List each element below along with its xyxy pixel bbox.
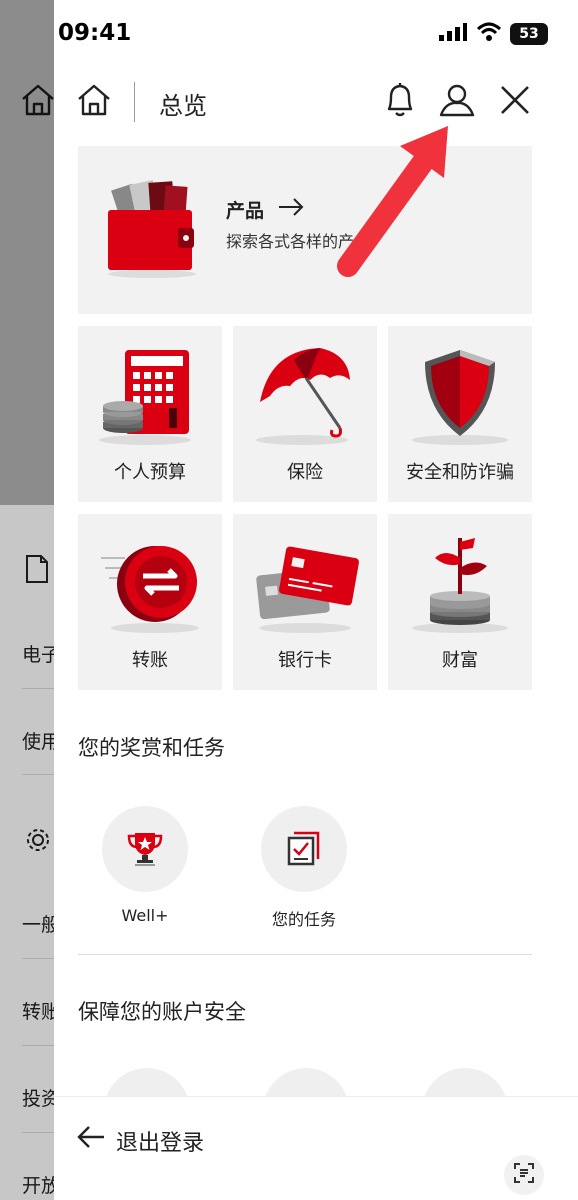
trophy-icon [102, 806, 188, 892]
calculator-icon [78, 340, 222, 446]
section-divider [78, 954, 532, 955]
reward-well-plus[interactable]: Well+ [90, 806, 200, 925]
tile-transfer[interactable]: 转账 [78, 514, 222, 690]
reward-your-tasks[interactable]: 您的任务 [249, 806, 359, 930]
status-time: 09:41 [58, 20, 132, 46]
status-icons: 53 [438, 22, 548, 46]
products-link[interactable]: 产品 [226, 196, 304, 223]
tile-label: 银行卡 [278, 650, 332, 671]
tile-label: 个人预算 [114, 462, 186, 483]
tile-wealth[interactable]: 财富 [388, 514, 532, 690]
logout-button[interactable]: 退出登录 [116, 1125, 204, 1157]
reward-label: Well+ [121, 906, 169, 925]
dim-overlay[interactable] [0, 0, 54, 505]
tile-label: 财富 [442, 650, 478, 671]
tile-label: 转账 [132, 650, 168, 671]
page-title: 总览 [159, 92, 207, 120]
security-title: 保障您的账户安全 [78, 1000, 246, 1024]
reward-label: 您的任务 [271, 910, 336, 929]
products-card[interactable]: 产品 探索各式各样的产 [78, 146, 532, 314]
scan-text-button[interactable] [504, 1155, 544, 1195]
tile-label: 保险 [287, 462, 323, 483]
tile-security-fraud[interactable]: 安全和防诈骗 [388, 326, 532, 502]
shield-icon [388, 340, 532, 446]
tile-insurance[interactable]: 保险 [233, 326, 377, 502]
battery-indicator: 53 [510, 23, 548, 45]
tile-personal-budget[interactable]: 个人预算 [78, 326, 222, 502]
tile-bank-card[interactable]: 银行卡 [233, 514, 377, 690]
logout-bar: 退出登录 [54, 1096, 578, 1200]
header-separator [134, 82, 135, 122]
wifi-icon [476, 22, 502, 46]
products-title: 产品 [226, 200, 265, 222]
annotation-arrow-icon [330, 118, 460, 282]
user-profile-icon[interactable] [438, 82, 476, 122]
arrow-left-icon[interactable] [76, 1125, 106, 1153]
tasks-icon [261, 806, 347, 892]
home-icon[interactable] [76, 82, 112, 122]
signal-icon [438, 22, 468, 46]
dim-overlay[interactable] [0, 505, 54, 1200]
wallet-icon [104, 176, 204, 284]
overview-drawer: 总览 产品 探索各式各样的产 个人预算 保险 安全和防诈骗 转账 银行卡 财富 … [54, 60, 578, 1200]
close-icon[interactable] [499, 84, 531, 120]
arrow-right-icon [278, 198, 304, 221]
rewards-title: 您的奖赏和任务 [78, 736, 225, 760]
transfer-coin-icon [78, 528, 222, 634]
bank-card-icon [233, 528, 377, 634]
umbrella-icon [233, 340, 377, 446]
scan-text-icon [513, 1162, 535, 1188]
wealth-coins-icon [388, 528, 532, 634]
tile-label: 安全和防诈骗 [406, 462, 514, 483]
